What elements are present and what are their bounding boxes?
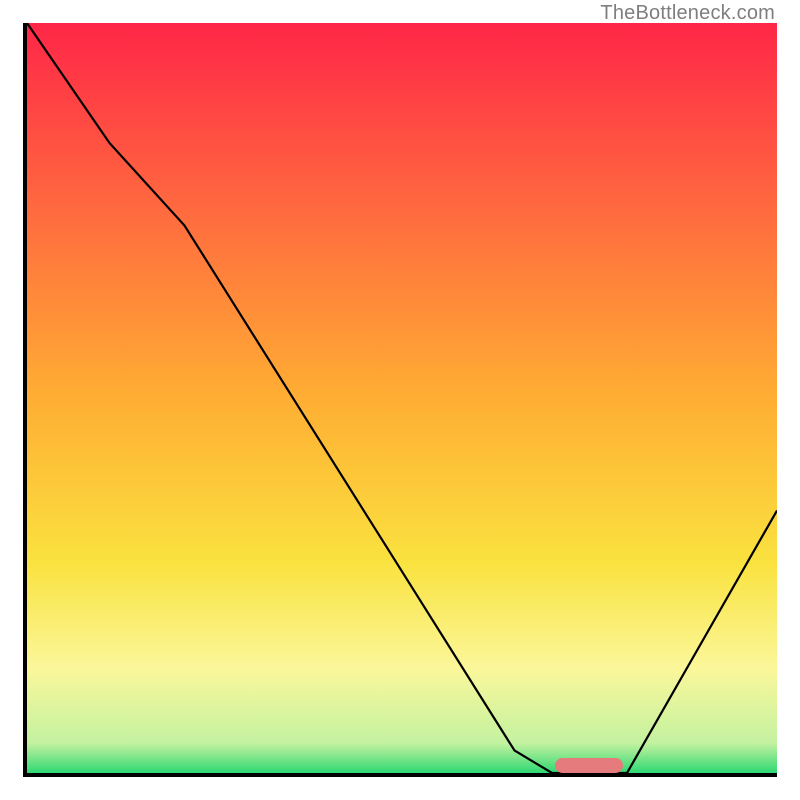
optimal-marker (555, 758, 623, 773)
watermark-text: TheBottleneck.com (600, 2, 775, 25)
bottleneck-curve (27, 23, 777, 773)
chart-root: { "watermark": "TheBottleneck.com", "col… (0, 0, 800, 800)
plot-area (23, 23, 777, 777)
